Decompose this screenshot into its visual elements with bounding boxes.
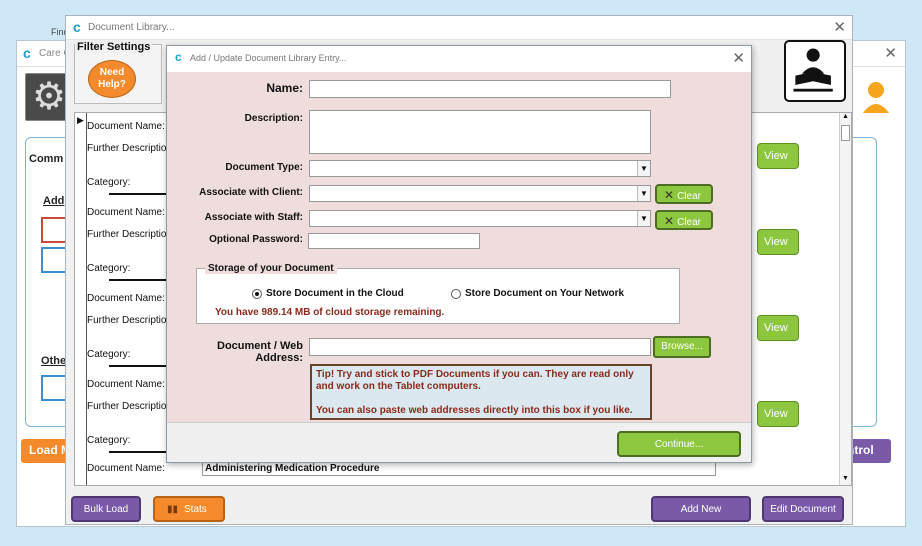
bulk-load-button[interactable]: Bulk Load [71, 496, 141, 522]
document-name-label: Document Name: [87, 463, 165, 474]
storage-group-title: Storage of your Document [205, 263, 337, 274]
optional-password-label: Optional Password: [209, 234, 303, 245]
document-type-value [310, 161, 650, 165]
associate-staff-value [310, 211, 650, 215]
further-description-label: Further Descriptio [87, 229, 167, 240]
browse-button[interactable]: Browse... [653, 336, 711, 358]
category-label: Category: [87, 435, 131, 446]
row-pointer-icon: ▶ [77, 115, 84, 125]
dialog-body: Name: Description: Document Type: ▼ Asso… [167, 72, 751, 422]
further-description-label: Further Descriptio [87, 315, 167, 326]
filter-settings-title: Filter Settings [75, 41, 153, 53]
close-icon: ✕ [664, 214, 675, 228]
document-address-label: Document / Web Address: [217, 340, 303, 364]
category-label: Category: [87, 177, 131, 188]
clear-staff-button[interactable]: ✕ Clear [655, 210, 713, 230]
clear-client-button[interactable]: ✕ Clear [655, 184, 713, 204]
description-input[interactable] [309, 110, 651, 154]
dialog-titlebar: c Add / Update Document Library Entry...… [167, 46, 751, 72]
dialog-title: Add / Update Document Library Entry... [190, 53, 347, 63]
reading-person-icon[interactable] [784, 40, 846, 102]
edit-document-button[interactable]: Edit Document [762, 496, 844, 522]
comm-label: Comm [29, 153, 64, 165]
optional-password-input[interactable] [308, 233, 480, 249]
clear-label: Clear [677, 217, 701, 228]
bar-chart-icon: ▮▮ [167, 504, 179, 515]
app-logo-icon: c [23, 45, 31, 61]
view-button[interactable]: View [757, 143, 799, 169]
app-logo-icon: c [73, 19, 81, 35]
chevron-down-icon[interactable]: ▼ [637, 211, 650, 226]
store-network-label[interactable]: Store Document on Your Network [465, 288, 624, 299]
category-label: Category: [87, 349, 131, 360]
description-label: Description: [244, 113, 303, 124]
associate-staff-label: Associate with Staff: [204, 212, 303, 223]
stats-button[interactable]: ▮▮ Stats [153, 496, 225, 522]
app-logo-icon: c [175, 50, 182, 64]
document-name-label: Document Name: [87, 379, 165, 390]
document-name-label: Document Name: [87, 121, 165, 132]
close-icon[interactable]: ✕ [732, 49, 745, 67]
name-label: Name: [266, 81, 303, 95]
document-address-input[interactable] [309, 338, 651, 356]
view-button[interactable]: View [757, 229, 799, 255]
document-name-label: Document Name: [87, 207, 165, 218]
associate-client-label: Associate with Client: [199, 187, 303, 198]
tip-text-2: You can also paste web addresses directl… [316, 405, 633, 416]
name-input[interactable] [309, 80, 671, 98]
user-avatar-icon[interactable] [861, 79, 891, 113]
view-button[interactable]: View [757, 401, 799, 427]
library-window-title: Document Library... [88, 22, 175, 33]
load-button[interactable]: Load M [21, 439, 71, 463]
add-label: Add [43, 195, 65, 207]
scroll-up-icon[interactable]: ▲ [840, 113, 851, 125]
cloud-storage-remaining: You have 989.14 MB of cloud storage rema… [215, 307, 445, 318]
tip-box: Tip! Try and stick to PDF Documents if y… [310, 364, 652, 420]
add-update-document-dialog: c Add / Update Document Library Entry...… [166, 45, 752, 463]
view-button[interactable]: View [757, 315, 799, 341]
document-type-label: Document Type: [225, 162, 303, 173]
category-label: Category: [87, 263, 131, 274]
dialog-footer: Continue... [167, 422, 751, 462]
further-description-label: Further Descriptio [87, 401, 167, 412]
stats-button-label: Stats [184, 504, 207, 515]
associate-staff-select[interactable]: ▼ [309, 210, 651, 227]
document-type-select[interactable]: ▼ [309, 160, 651, 177]
close-icon: ✕ [664, 188, 675, 202]
store-network-radio[interactable] [451, 289, 461, 299]
close-icon[interactable]: ✕ [884, 44, 897, 62]
store-cloud-radio[interactable] [252, 289, 262, 299]
chevron-down-icon[interactable]: ▼ [637, 161, 650, 176]
tip-text-1: Tip! Try and stick to PDF Documents if y… [316, 369, 634, 392]
vertical-scrollbar[interactable]: ▲ ▼ [839, 113, 851, 485]
scroll-thumb[interactable] [841, 125, 850, 141]
close-icon[interactable]: ✕ [833, 18, 846, 36]
chevron-down-icon[interactable]: ▼ [637, 186, 650, 201]
document-name-label: Document Name: [87, 293, 165, 304]
further-description-label: Further Descriptio [87, 143, 167, 154]
need-help-button[interactable]: Need Help? [88, 60, 136, 98]
store-cloud-label[interactable]: Store Document in the Cloud [266, 288, 404, 299]
associate-client-select[interactable]: ▼ [309, 185, 651, 202]
row-selector[interactable]: ▶ [75, 113, 87, 485]
clear-label: Clear [677, 191, 701, 202]
other-label: Othe [41, 355, 67, 367]
scroll-down-icon[interactable]: ▼ [840, 475, 851, 485]
associate-client-value [310, 186, 650, 190]
continue-button[interactable]: Continue... [617, 431, 741, 457]
library-titlebar: c Document Library... ✕ [66, 16, 852, 40]
add-new-button[interactable]: Add New [651, 496, 751, 522]
